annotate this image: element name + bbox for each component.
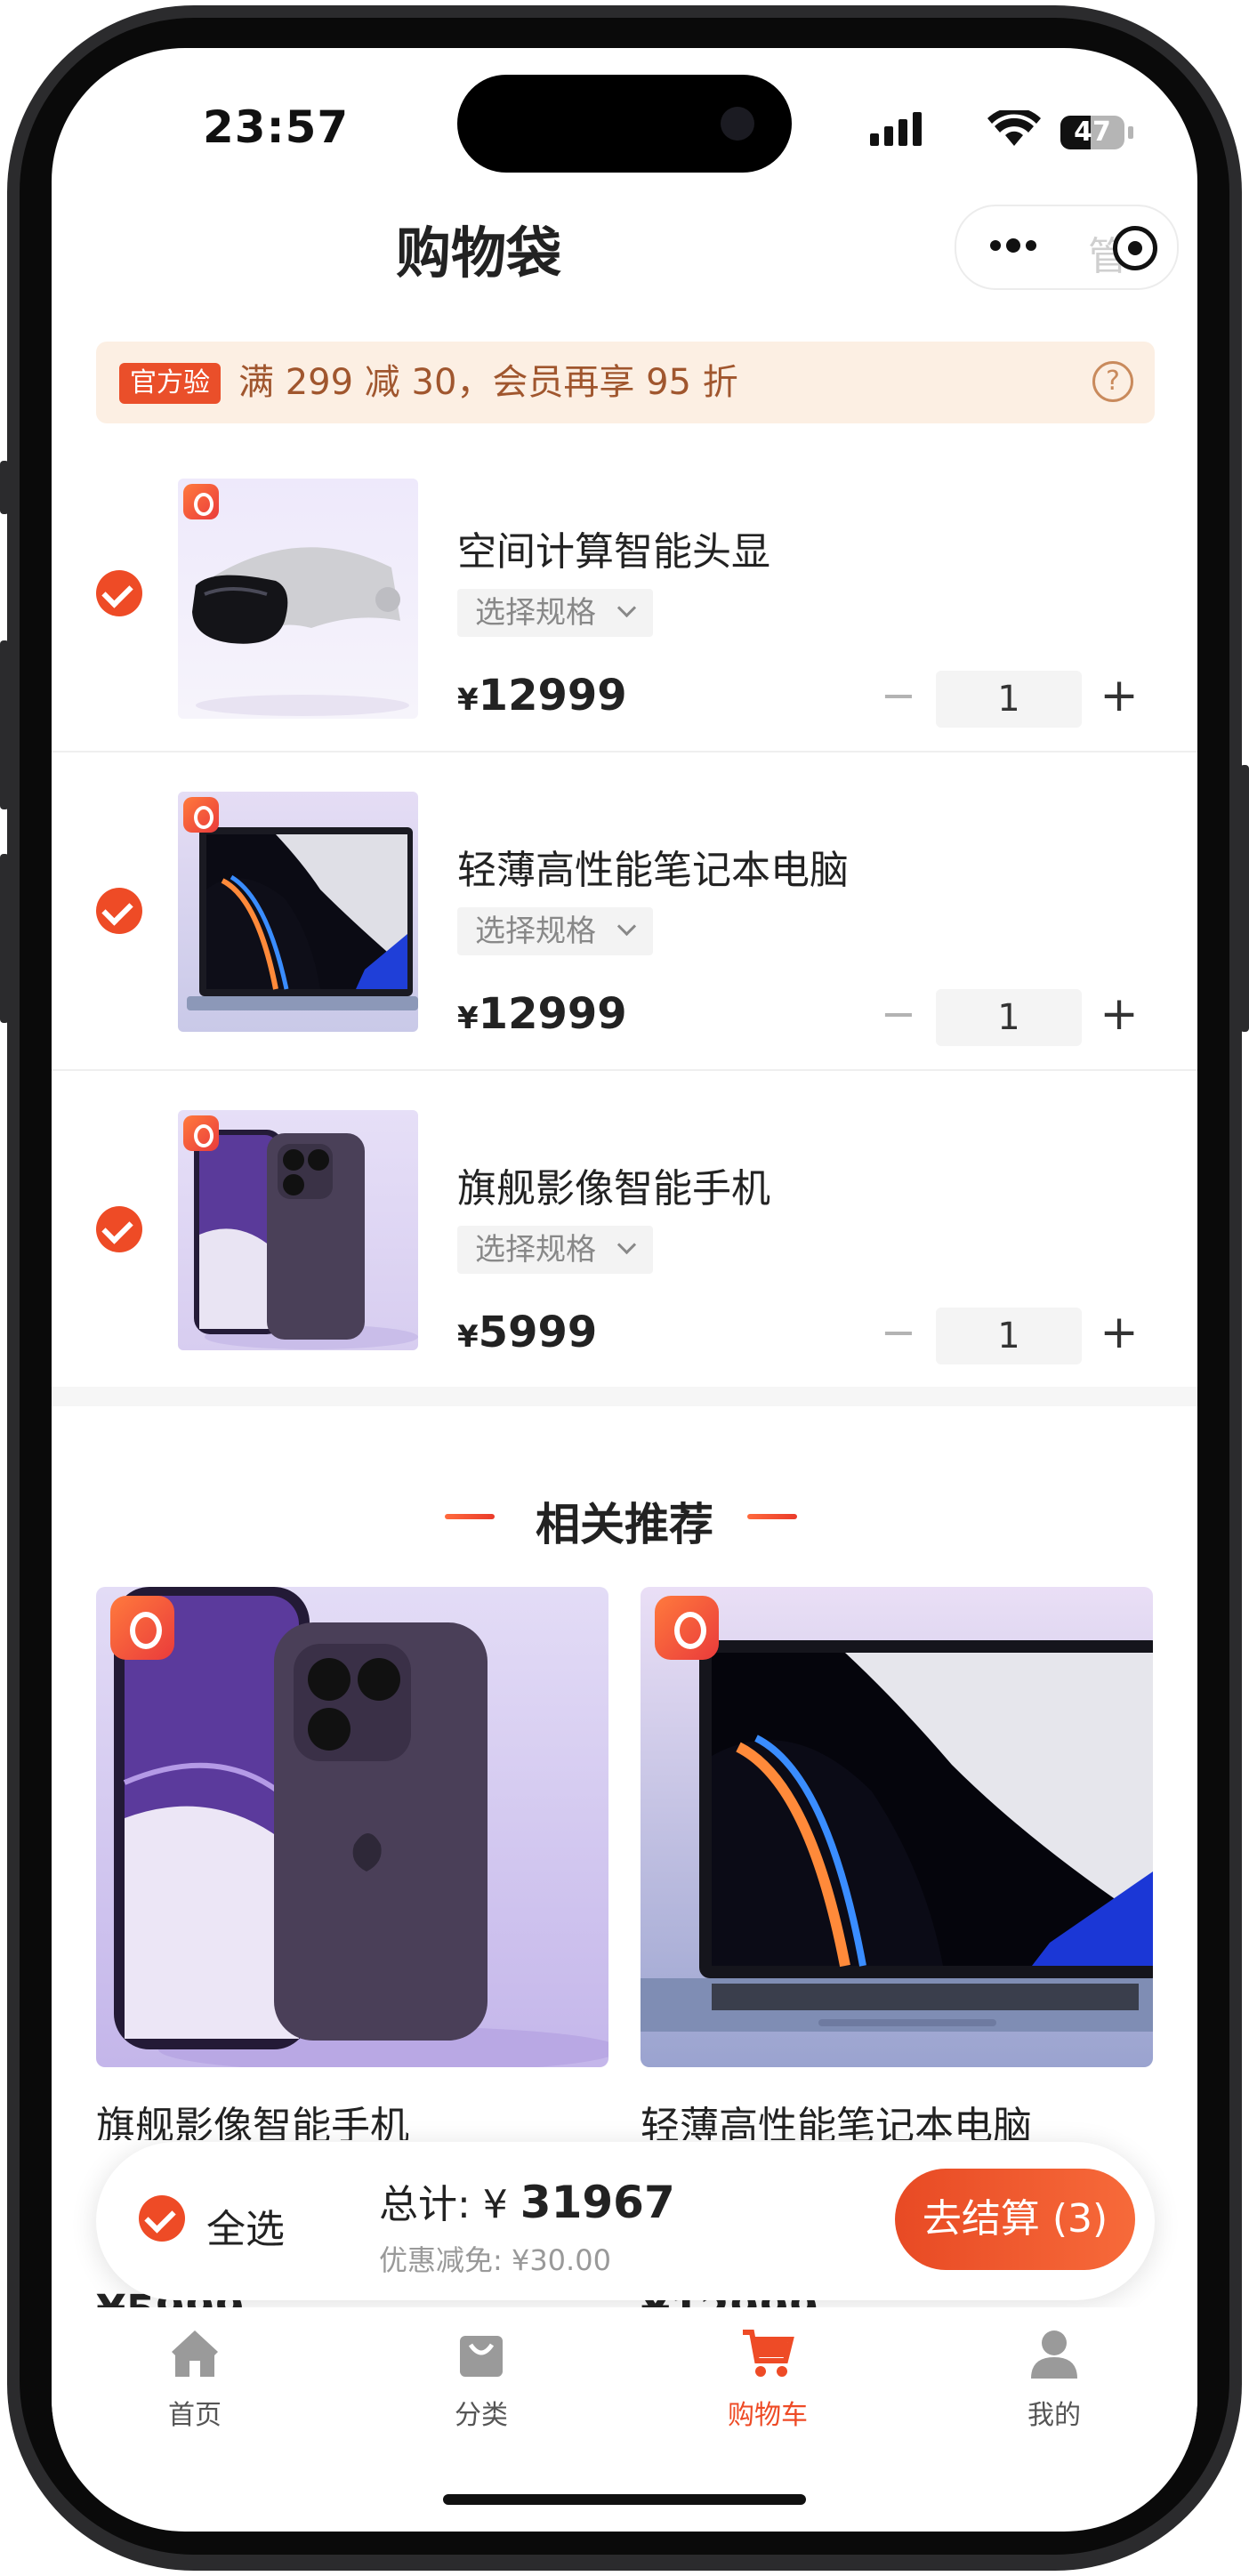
chevron-down-icon xyxy=(616,598,637,618)
cart-icon xyxy=(743,2330,794,2377)
quantity-field[interactable]: 1 xyxy=(936,989,1082,1046)
increase-button[interactable]: + xyxy=(1100,1308,1139,1361)
spec-label: 选择规格 xyxy=(475,1232,596,1268)
status-icons: 47 xyxy=(870,110,1155,155)
item-checkbox[interactable] xyxy=(96,1206,142,1252)
select-all-label[interactable]: 全选 xyxy=(206,2197,285,2254)
home-indicator xyxy=(443,2494,806,2505)
quantity-field[interactable]: 1 xyxy=(936,671,1082,728)
front-camera xyxy=(721,107,754,141)
decrease-button[interactable]: − xyxy=(879,989,918,1042)
cart-item: 旗舰影像智能手机 选择规格 ¥5999 − 1 + xyxy=(52,1073,1197,1389)
store-badge-icon xyxy=(183,797,219,833)
total: 总计: ¥ 31967 xyxy=(379,2172,675,2229)
spec-label: 选择规格 xyxy=(475,914,596,949)
select-all-checkbox[interactable] xyxy=(139,2195,185,2242)
item-price: ¥12999 xyxy=(457,989,627,1039)
close-target-icon[interactable] xyxy=(1113,226,1157,270)
more-icon[interactable] xyxy=(987,228,1040,263)
total-label: 总计: ¥ xyxy=(379,2182,520,2227)
checkout-bar: 全选 总计: ¥ 31967 优惠减免: ¥30.00 去结算 (3) xyxy=(96,2142,1155,2300)
spec-selector[interactable]: 选择规格 xyxy=(457,1226,653,1274)
price-value: 5999 xyxy=(478,1308,598,1357)
discount-text: 优惠减免: ¥30.00 xyxy=(379,2243,611,2277)
divider xyxy=(52,1069,1197,1071)
battery-cap xyxy=(1128,126,1133,139)
page-title: 购物袋 xyxy=(395,221,561,286)
currency-symbol: ¥ xyxy=(457,682,479,718)
bag-icon xyxy=(460,2336,503,2377)
total-amount: 31967 xyxy=(520,2177,675,2228)
help-icon[interactable]: ? xyxy=(1092,361,1133,402)
battery-level: 47 xyxy=(1074,117,1111,148)
tab-bar: 首页 分类 购物车 我的 xyxy=(52,2307,1197,2450)
tab-cart[interactable]: 购物车 xyxy=(624,2307,911,2450)
screen: 23:57 47 购物袋 管 官方验 满 299 减 30，会员再享 95 折 … xyxy=(52,48,1197,2532)
recommend-title[interactable]: 旗舰影像智能手机 xyxy=(96,2094,630,2140)
recommend-heading: 相关推荐 xyxy=(536,1499,713,1550)
promo-text: 满 299 减 30，会员再享 95 折 xyxy=(238,362,738,403)
recommend-card-phone[interactable] xyxy=(96,1587,608,2067)
item-title[interactable]: 空间计算智能头显 xyxy=(457,519,770,576)
store-badge-icon xyxy=(183,1115,219,1151)
product-image-headset[interactable] xyxy=(178,479,418,719)
decrease-button[interactable]: − xyxy=(879,1308,918,1361)
tab-label: 购物车 xyxy=(728,2400,808,2431)
recommend-title[interactable]: 轻薄高性能笔记本电脑 xyxy=(641,2094,1174,2140)
promo-banner: 官方验 满 299 减 30，会员再享 95 折 ? xyxy=(96,342,1155,423)
spec-selector[interactable]: 选择规格 xyxy=(457,907,653,955)
currency-symbol: ¥ xyxy=(457,1319,479,1355)
wifi-icon xyxy=(987,110,1041,146)
decrease-button[interactable]: − xyxy=(879,671,918,724)
cart-item: 轻薄高性能笔记本电脑 选择规格 ¥12999 − 1 + xyxy=(52,754,1197,1071)
item-checkbox[interactable] xyxy=(96,888,142,934)
checkout-button[interactable]: 去结算 (3) xyxy=(895,2169,1135,2270)
tab-label: 首页 xyxy=(168,2400,222,2431)
item-title[interactable]: 轻薄高性能笔记本电脑 xyxy=(457,838,849,895)
cart-item: 空间计算智能头显 选择规格 ¥12999 − 1 + xyxy=(52,436,1197,753)
store-badge-icon xyxy=(183,484,219,519)
mini-program-capsule[interactable]: 管 xyxy=(955,205,1179,290)
laptop-illustration xyxy=(641,1640,1153,2032)
tab-label: 我的 xyxy=(1027,2400,1081,2431)
currency-symbol: ¥ xyxy=(457,1001,479,1036)
store-badge-icon xyxy=(655,1596,719,1660)
status-time: 23:57 xyxy=(203,101,350,153)
increase-button[interactable]: + xyxy=(1100,989,1139,1042)
store-badge-icon xyxy=(110,1596,174,1660)
phone-illustration xyxy=(114,1587,608,2067)
promo-tag: 官方验 xyxy=(119,363,221,404)
item-title[interactable]: 旗舰影像智能手机 xyxy=(457,1156,770,1213)
price-value: 12999 xyxy=(478,989,627,1039)
tab-profile[interactable]: 我的 xyxy=(911,2307,1197,2450)
home-icon xyxy=(172,2330,218,2377)
spec-selector[interactable]: 选择规格 xyxy=(457,589,653,637)
tab-home[interactable]: 首页 xyxy=(52,2307,338,2450)
recommend-card-laptop[interactable] xyxy=(641,1587,1153,2067)
divider xyxy=(52,751,1197,753)
product-image-laptop[interactable] xyxy=(178,792,418,1032)
battery-icon: 47 xyxy=(1060,116,1124,149)
chevron-down-icon xyxy=(616,916,637,937)
user-icon xyxy=(1031,2330,1077,2379)
dynamic-island xyxy=(457,75,792,173)
item-price: ¥12999 xyxy=(457,671,627,720)
increase-button[interactable]: + xyxy=(1100,671,1139,724)
item-checkbox[interactable] xyxy=(96,570,142,616)
item-price: ¥5999 xyxy=(457,1308,597,1357)
quantity-field[interactable]: 1 xyxy=(936,1308,1082,1364)
signal-icon xyxy=(870,110,932,146)
price-value: 12999 xyxy=(478,671,627,720)
section-gap xyxy=(52,1387,1197,1406)
product-image-phone[interactable] xyxy=(178,1110,418,1350)
tab-category[interactable]: 分类 xyxy=(338,2307,624,2450)
tab-label: 分类 xyxy=(455,2400,508,2431)
chevron-down-icon xyxy=(616,1235,637,1255)
heading-decoration-right xyxy=(747,1514,797,1519)
spec-label: 选择规格 xyxy=(475,595,596,631)
